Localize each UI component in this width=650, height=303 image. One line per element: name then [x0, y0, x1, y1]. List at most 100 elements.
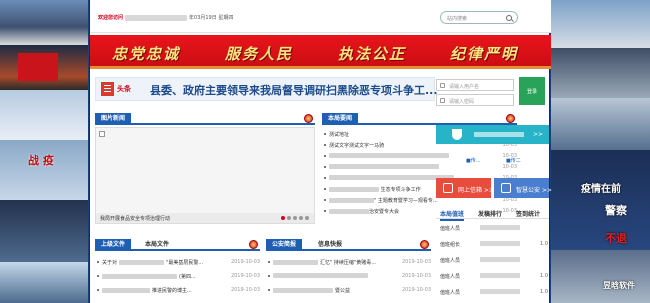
photo-slogan-epidemic: 疫情在前 警察 不退 [551, 150, 650, 250]
rank-row: 值班人员 [440, 223, 548, 233]
news-title-text[interactable]: 暨公益 [335, 288, 350, 294]
doc-title[interactable]: (第四... [102, 273, 196, 280]
headline-title[interactable]: 县委、政府主要领导来我局督导调研扫黑除恶专项斗争工... [150, 82, 438, 98]
tab-duty[interactable]: 本局值班 [440, 209, 465, 221]
blurred-site-name [125, 14, 188, 21]
search-input[interactable]: 站内搜索 [447, 15, 467, 22]
photo-traffic [551, 48, 650, 98]
blurred-text [480, 257, 520, 262]
photo-snow-road [0, 262, 88, 303]
tab-bureau-docs[interactable]: 本局文件 [145, 239, 169, 251]
tab-public-brief[interactable]: 公安简报 [266, 239, 303, 251]
blurred-text [480, 225, 520, 230]
blurred-text [474, 132, 524, 137]
police-emblem-icon [304, 114, 313, 123]
news-title[interactable]: " 主题教育暨学习—观看专... [329, 197, 438, 204]
blurred-text [102, 288, 150, 293]
mailbox-button[interactable]: 网上信箱 >> [436, 178, 494, 198]
blurred-text [273, 260, 318, 265]
news-title[interactable]: 生态专项斗争工作 [329, 186, 421, 193]
carousel-dots [279, 216, 309, 222]
mailbox-label: 网上信箱 >> [458, 187, 494, 194]
tab-bureau-news[interactable]: 本局要闻 [322, 113, 359, 125]
login-button[interactable]: 登录 [519, 77, 545, 105]
main-content: 欢迎您访问 年03月19日 星期四 站内搜索 忠党忠诚 服务人民 执法公正 纪律严… [89, 0, 552, 303]
member-card[interactable]: >> [436, 125, 549, 144]
news-title[interactable]: 治安暨专大会 [329, 208, 399, 215]
rank-tabs: 本局值班 发稿排行 签到统计 [436, 207, 549, 221]
doc-title[interactable]: 推进民警的博主... [102, 287, 192, 294]
password-field[interactable]: 请输入密码 [436, 94, 514, 106]
bullet-icon [97, 261, 99, 263]
right-photo-column: 疫情在前 警察 不退 昱晗软件 [551, 0, 650, 303]
bullet-icon [268, 289, 270, 291]
list-item[interactable]: 2019-10-03 [266, 271, 431, 282]
username-field[interactable]: 请输入用户名 [436, 79, 514, 91]
blurred-text [329, 198, 374, 203]
tab-upper-docs[interactable]: 上级文件 [95, 239, 132, 251]
news-title[interactable]: 测试地址 [329, 131, 349, 138]
bullet-icon [324, 133, 326, 135]
list-item[interactable]: 暨公益 2019-10-03 [266, 285, 431, 296]
doc-date: 2019-10-03 [230, 287, 260, 293]
news-date: 2019-10-03 [401, 273, 431, 279]
doc-title-text[interactable]: "最美基层民警... [166, 260, 203, 266]
login-button-label: 登录 [526, 89, 537, 95]
news-title[interactable]: 测试文字测试文字一马骑 [329, 142, 384, 149]
bullet-icon [268, 275, 270, 277]
tab-posting-rank[interactable]: 发稿排行 [478, 209, 502, 218]
bullet-icon [324, 188, 326, 190]
member-link-2[interactable]: ■传二 [506, 157, 521, 164]
news-title[interactable] [329, 153, 449, 159]
news-title-text[interactable]: " 主题教育暨学习—观看专... [374, 198, 438, 204]
slogan-banner: 忠党忠诚 服务人民 执法公正 纪律严明 [90, 35, 551, 69]
news-title-text[interactable]: 治安暨专大会 [369, 209, 399, 215]
rank-count: 1.0 [540, 241, 548, 247]
tab-info-brief[interactable]: 信息快报 [318, 239, 342, 251]
news-title-text[interactable]: 生态专项斗争工作 [381, 187, 421, 193]
search-box[interactable]: 站内搜索 [440, 11, 518, 24]
search-icon[interactable] [506, 15, 512, 21]
left-photo-column: 战 疫 [0, 0, 88, 303]
member-link-1[interactable]: ■传... [466, 157, 481, 164]
photo-party-flag [0, 45, 88, 90]
blurred-text [119, 260, 165, 265]
carousel-dot[interactable] [281, 216, 285, 220]
doc-title-text[interactable]: 推进民警的博主... [152, 288, 192, 294]
doc-title-text[interactable]: 关于对 [102, 260, 117, 266]
list-item[interactable]: 关于对 "最美基层民警... 2019-10-03 [95, 257, 260, 268]
doc-title[interactable]: 关于对 "最美基层民警... [102, 259, 203, 266]
username-input[interactable]: 请输入用户名 [449, 83, 479, 90]
list-item[interactable]: 推进民警的博主... 2019-10-03 [95, 285, 260, 296]
password-input[interactable]: 请输入密码 [449, 98, 474, 105]
carousel-dot[interactable] [293, 216, 297, 220]
headline-bar[interactable]: 头条 县委、政府主要领导来我局督导调研扫黑除恶专项斗争工... [95, 77, 438, 101]
news-title[interactable] [273, 273, 368, 279]
bureau-news-header: 本局要闻 [322, 113, 517, 125]
news-date: 2019-10-03 [401, 259, 431, 265]
smart-police-button[interactable]: 智慧公安 >> [494, 178, 552, 198]
news-title-text[interactable]: 汇忆" 持续压缩"黄赌毒... [320, 260, 376, 266]
tab-picture-news[interactable]: 图片新闻 [95, 113, 132, 125]
photo-officers-group: 昱晗软件 [551, 250, 650, 303]
photo-battle-epidemic: 战 疫 [0, 140, 88, 200]
carousel-caption-bar: 我局开展食品安全专项治理行动 [96, 213, 314, 223]
list-item[interactable]: (第四... 2019-10-03 [95, 271, 260, 282]
picture-news-carousel[interactable]: 我局开展食品安全专项治理行动 [95, 127, 315, 224]
user-icon [440, 83, 445, 88]
carousel-dot[interactable] [287, 216, 291, 220]
carousel-dot[interactable] [305, 216, 309, 220]
blurred-text [480, 241, 520, 246]
party-flag [18, 53, 58, 81]
news-title[interactable] [329, 164, 439, 170]
blurred-text [329, 164, 439, 169]
doc-title-text[interactable]: (第四... [179, 274, 196, 280]
carousel-dot[interactable] [299, 216, 303, 220]
news-title[interactable]: 汇忆" 持续压缩"黄赌毒... [273, 259, 376, 266]
member-arrow[interactable]: >> [533, 131, 543, 138]
headline-icon [101, 82, 114, 96]
carousel-caption[interactable]: 我局开展食品安全专项治理行动 [100, 215, 170, 222]
tab-checkin-stats[interactable]: 签到统计 [516, 209, 540, 218]
news-title[interactable]: 暨公益 [273, 287, 350, 294]
list-item[interactable]: 汇忆" 持续压缩"黄赌毒... 2019-10-03 [266, 257, 431, 268]
